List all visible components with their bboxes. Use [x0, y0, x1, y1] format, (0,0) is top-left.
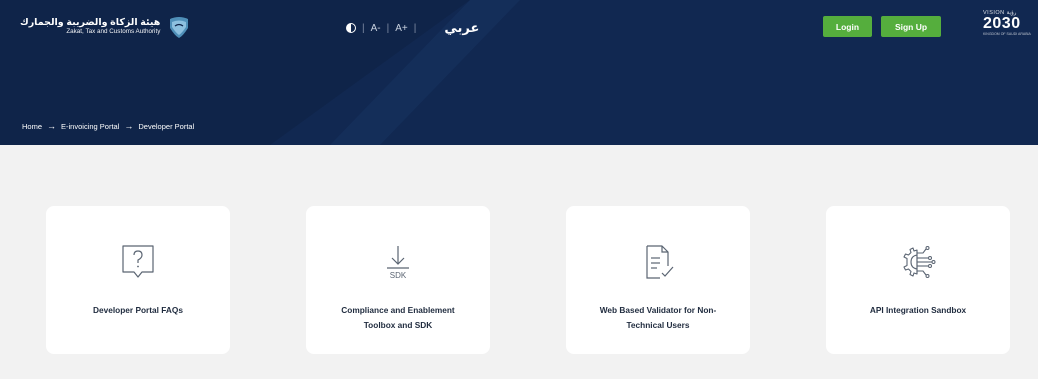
- contrast-icon[interactable]: [346, 23, 356, 33]
- top-navigation-bar: هيئة الزكاة والضريبة والجمارك Zakat, Tax…: [0, 0, 1038, 62]
- breadcrumb-e-invoicing-portal[interactable]: E-invoicing Portal: [61, 122, 119, 131]
- vision-label: VISION رؤية: [983, 10, 1017, 16]
- divider: |: [386, 22, 390, 34]
- logo-text: هيئة الزكاة والضريبة والجمارك Zakat, Tax…: [20, 17, 160, 36]
- vision-2030-logo: VISION رؤية 2030 KINGDOM OF SAUDI ARABIA: [983, 10, 1031, 50]
- card-api-integration-sandbox[interactable]: API Integration Sandbox: [826, 206, 1010, 354]
- accessibility-controls: | A- | A+ | عربي: [346, 20, 479, 36]
- breadcrumb-arrow-icon: →: [124, 121, 134, 131]
- api-gear-circuit-icon: [903, 246, 936, 278]
- zatca-logo[interactable]: هيئة الزكاة والضريبة والجمارك Zakat, Tax…: [20, 13, 192, 39]
- breadcrumb: Home → E-invoicing Portal → Developer Po…: [22, 121, 194, 131]
- decrease-font-button[interactable]: A-: [371, 23, 381, 34]
- divider: |: [362, 22, 365, 34]
- login-button[interactable]: Login: [823, 16, 872, 37]
- sdk-download-icon: SDK: [387, 246, 409, 280]
- zatca-emblem-icon: [170, 17, 189, 38]
- divider: |: [413, 22, 417, 34]
- card-web-based-validator[interactable]: Web Based Validator for Non-Technical Us…: [566, 206, 750, 354]
- card-developer-portal-faqs[interactable]: Developer Portal FAQs: [46, 206, 230, 354]
- sdk-label: SDK: [390, 271, 407, 280]
- faq-speech-bubble-icon: [122, 245, 154, 278]
- logo-arabic-name: هيئة الزكاة والضريبة والجمارك: [20, 16, 161, 28]
- vision-subtitle: KINGDOM OF SAUDI ARABIA: [983, 32, 1031, 36]
- document-check-icon: [646, 245, 674, 279]
- card-title: API Integration Sandbox: [869, 305, 967, 315]
- signup-button[interactable]: Sign Up: [881, 16, 941, 37]
- increase-font-button[interactable]: A+: [395, 23, 408, 34]
- card-title: Developer Portal FAQs: [93, 305, 183, 315]
- card-title: Compliance and Enablement Toolbox and SD…: [341, 305, 455, 330]
- logo-english-name: Zakat, Tax and Customs Authority: [66, 27, 161, 35]
- vision-year: 2030: [983, 15, 1021, 32]
- language-toggle[interactable]: عربي: [444, 20, 479, 36]
- breadcrumb-arrow-icon: →: [47, 121, 57, 131]
- card-title: Web Based Validator for Non-Technical Us…: [599, 305, 717, 330]
- breadcrumb-home[interactable]: Home: [22, 122, 42, 131]
- hero-banner: هيئة الزكاة والضريبة والجمارك Zakat, Tax…: [0, 0, 1038, 145]
- breadcrumb-developer-portal: Developer Portal: [138, 121, 195, 131]
- card-compliance-toolbox-sdk[interactable]: SDK Compliance and Enablement Toolbox an…: [306, 206, 490, 354]
